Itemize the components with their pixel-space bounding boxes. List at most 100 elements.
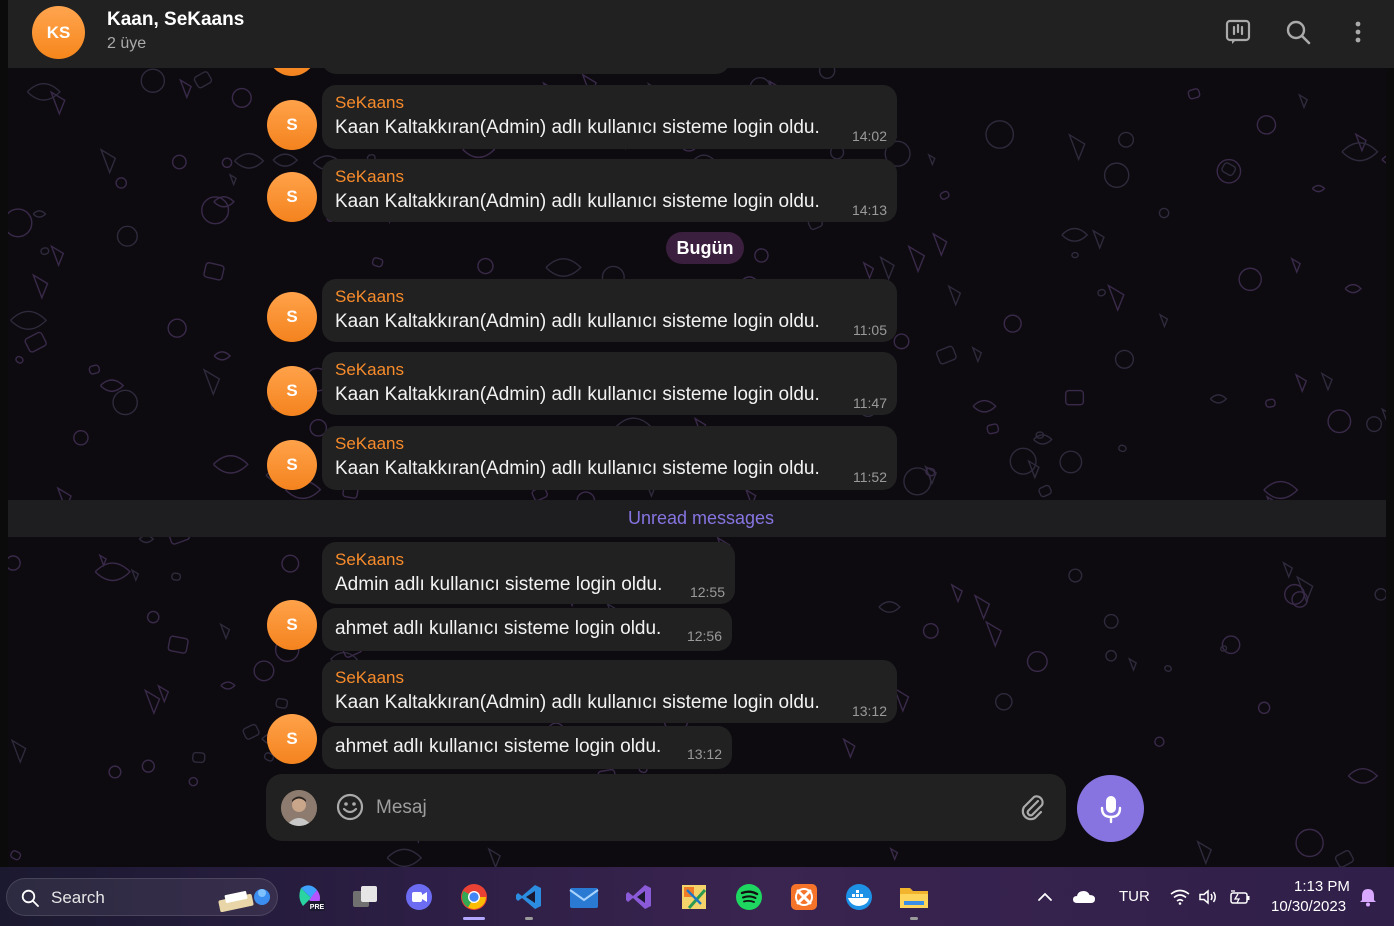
message-list[interactable]: S SeKaans Kaan Kaltakkıran(Admin) adlı k… (8, 68, 1394, 867)
doodle-shape (188, 776, 199, 787)
doodle-shape (94, 562, 132, 582)
message-avatar[interactable]: S (267, 440, 317, 490)
chrome-icon[interactable] (454, 877, 494, 917)
doodle-shape (167, 635, 189, 654)
doodle-shape (99, 379, 125, 393)
doodle-shape (1297, 93, 1309, 110)
emoji-icon[interactable] (334, 791, 366, 823)
message-bubble[interactable]: SeKaans Kaan Kaltakkıran(Admin) adlı kul… (322, 159, 897, 222)
message-bubble[interactable]: SeKaans Admin adlı kullanıcı sisteme log… (322, 542, 735, 604)
message-bubble[interactable]: SeKaans Kaan Kaltakkıran(Admin) adlı kul… (322, 426, 897, 490)
message-sender[interactable]: SeKaans (335, 167, 404, 187)
battery-icon[interactable] (1222, 877, 1258, 917)
doodle-shape (1320, 371, 1333, 392)
doodle-shape (212, 455, 249, 474)
doodle-shape (1221, 162, 1237, 177)
doodle-shape (88, 364, 101, 375)
message-bubble[interactable]: ahmet adlı kullanıcı sisteme login oldu.… (322, 608, 732, 651)
message-avatar[interactable]: S (267, 714, 317, 764)
message-avatar[interactable]: S (267, 100, 317, 150)
clock-date[interactable]: 10/30/2023 (1271, 898, 1346, 915)
doodle-shape (143, 688, 161, 716)
member-count: 2 üye (107, 35, 147, 52)
doodle-shape (1068, 133, 1086, 162)
active-app-indicator (463, 917, 485, 920)
doodle-shape (935, 345, 957, 365)
doodle-shape (193, 71, 213, 89)
doodle-shape (219, 622, 231, 641)
chat-title[interactable]: Kaan, SeKaans (107, 9, 244, 31)
message-sender[interactable]: SeKaans (335, 434, 404, 454)
message-avatar[interactable]: S (267, 600, 317, 650)
doodle-shape (108, 765, 122, 779)
message-avatar[interactable]: S (267, 366, 317, 416)
message-bubble[interactable]: SeKaans Kaan Kaltakkıran(Admin) adlı kul… (322, 279, 897, 342)
message-text: Kaan Kaltakkıran(Admin) adlı kullanıcı s… (335, 384, 820, 405)
mail-icon[interactable] (564, 877, 604, 917)
message-bubble[interactable]: SeKaans Kaan Kaltakkıran(Admin) adlı kul… (322, 85, 897, 149)
microphone-icon (1100, 795, 1121, 823)
message-time: 14:02 (851, 128, 887, 144)
doodle-shape (1265, 398, 1276, 408)
date-separator[interactable]: Bugün (666, 232, 744, 264)
doodle-shape (192, 751, 206, 764)
paint-icon[interactable] (674, 877, 714, 917)
chevron-up-icon[interactable] (1027, 877, 1063, 917)
docker-icon[interactable] (839, 877, 879, 917)
message-bubble[interactable]: SeKaans Kaan Kaltakkıran(Admin) adlı kul… (322, 660, 897, 723)
language-indicator[interactable]: TUR (1119, 888, 1150, 905)
notification-bell-icon[interactable] (1352, 877, 1384, 917)
message-time: 11:52 (853, 469, 887, 485)
copilot-icon[interactable]: PRE (290, 877, 330, 917)
message-bubble[interactable]: SeKaans Kaan Kaltakkıran(Admin) adlı kul… (322, 352, 897, 415)
volume-icon[interactable] (1190, 877, 1226, 917)
doodle-shape (371, 257, 384, 268)
doodle-shape (1127, 657, 1138, 672)
doodle-shape (1366, 416, 1383, 433)
doodle-shape (203, 262, 225, 281)
doodle-shape (146, 610, 160, 624)
message-text: Admin adlı kullanıcı sisteme login oldu. (335, 574, 663, 595)
doodle-shape (477, 257, 494, 275)
discord-icon[interactable] (399, 877, 439, 917)
message-avatar[interactable]: S (267, 292, 317, 342)
spotify-icon[interactable] (729, 877, 769, 917)
doodle-shape (1295, 828, 1324, 858)
onedrive-icon[interactable] (1066, 877, 1102, 917)
live-stream-icon[interactable] (1220, 14, 1256, 50)
message-input[interactable] (376, 790, 976, 826)
message-sender[interactable]: SeKaans (335, 668, 404, 688)
message-sender[interactable]: SeKaans (335, 360, 404, 380)
doodle-shape (1257, 701, 1271, 715)
message-sender[interactable]: SeKaans (335, 287, 404, 307)
visual-studio-icon[interactable] (619, 877, 659, 917)
more-vertical-icon[interactable] (1340, 14, 1376, 50)
send-as-avatar[interactable] (281, 790, 317, 826)
doodle-shape (1187, 88, 1201, 100)
search-icon[interactable] (1280, 14, 1316, 50)
vscode-icon[interactable] (509, 877, 549, 917)
voice-record-button[interactable] (1077, 775, 1144, 842)
message-sender[interactable]: SeKaans (335, 550, 404, 570)
attach-icon[interactable] (1016, 792, 1048, 824)
taskbar-search[interactable]: Search (6, 878, 278, 916)
doodle-shape (130, 568, 140, 583)
doodle-shape (213, 351, 232, 361)
doodle-shape (754, 248, 769, 263)
xampp-icon[interactable] (784, 877, 824, 917)
file-explorer-icon[interactable] (894, 877, 934, 917)
message-avatar[interactable]: S (267, 172, 317, 222)
group-avatar[interactable]: KS (32, 6, 85, 59)
message-bubble[interactable]: ahmet adlı kullanıcı sisteme login oldu.… (322, 726, 732, 769)
message-sender[interactable]: SeKaans (335, 93, 404, 113)
windows-taskbar: Search PRE TUR 1:13 PM 10/30/2023 (0, 867, 1394, 926)
doodle-shape (10, 850, 22, 861)
running-app-indicator (910, 917, 918, 920)
message-time: 14:13 (851, 202, 887, 218)
task-view-icon[interactable] (345, 877, 385, 917)
doodle-shape (1107, 283, 1125, 313)
clock-time[interactable]: 1:13 PM (1294, 878, 1350, 895)
doodle-shape (1061, 227, 1089, 242)
doodle-shape (253, 660, 275, 682)
message-time: 13:12 (851, 703, 887, 719)
